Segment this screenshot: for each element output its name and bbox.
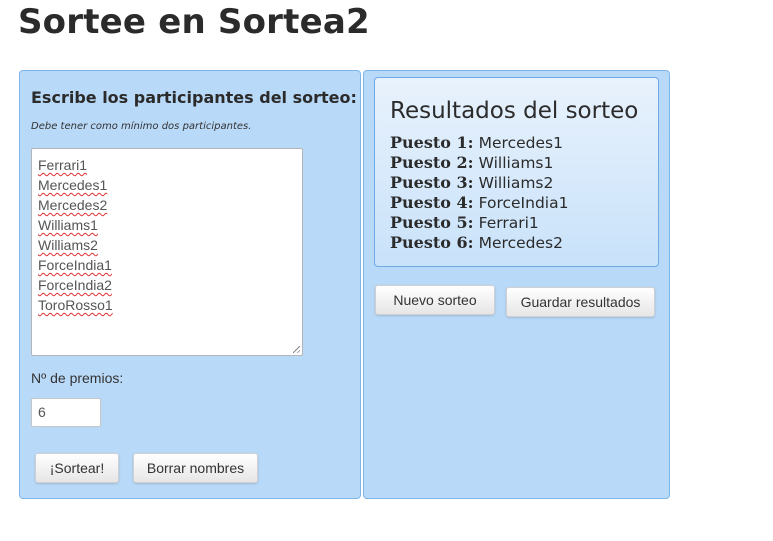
- result-item: Puesto 6: Mercedes2: [390, 233, 568, 253]
- participant-line: ForceIndia2: [38, 277, 112, 293]
- new-draw-button[interactable]: Nuevo sorteo: [375, 285, 495, 315]
- participants-heading: Escribe los participantes del sorteo:: [31, 88, 357, 107]
- participant-line: ToroRosso1: [38, 297, 113, 313]
- result-item: Puesto 1: Mercedes1: [390, 133, 568, 153]
- result-position: Puesto 4:: [390, 193, 474, 212]
- result-name: Williams2: [478, 174, 554, 192]
- result-name: Ferrari1: [478, 214, 539, 232]
- participants-panel: Escribe los participantes del sorteo: De…: [19, 70, 361, 499]
- result-position: Puesto 1:: [390, 133, 474, 152]
- results-list: Puesto 1: Mercedes1 Puesto 2: Williams1 …: [390, 133, 568, 253]
- result-item: Puesto 4: ForceIndia1: [390, 193, 568, 213]
- participant-line: Mercedes2: [38, 197, 108, 213]
- prizes-input[interactable]: 6: [31, 398, 101, 427]
- result-item: Puesto 5: Ferrari1: [390, 213, 568, 233]
- result-position: Puesto 3:: [390, 173, 474, 192]
- results-title: Resultados del sorteo: [390, 98, 639, 124]
- draw-button[interactable]: ¡Sortear!: [35, 453, 119, 483]
- result-name: ForceIndia1: [478, 194, 569, 212]
- result-name: Williams1: [478, 154, 554, 172]
- result-position: Puesto 5:: [390, 213, 474, 232]
- prizes-label: Nº de premios:: [31, 370, 124, 386]
- result-item: Puesto 2: Williams1: [390, 153, 568, 173]
- results-box: Resultados del sorteo Puesto 1: Mercedes…: [374, 77, 659, 267]
- result-item: Puesto 3: Williams2: [390, 173, 568, 193]
- participant-line: ForceIndia1: [38, 257, 112, 273]
- participant-line: Williams2: [38, 237, 98, 253]
- participant-line: Ferrari1: [38, 157, 88, 173]
- result-position: Puesto 2:: [390, 153, 474, 172]
- page-title: Sortee en Sortea2: [18, 2, 370, 42]
- results-panel: Resultados del sorteo Puesto 1: Mercedes…: [363, 70, 670, 499]
- result-position: Puesto 6:: [390, 233, 474, 252]
- save-results-button[interactable]: Guardar resultados: [506, 287, 655, 317]
- participants-hint: Debe tener como mínimo dos participantes…: [31, 121, 252, 132]
- resize-handle-icon[interactable]: [293, 346, 300, 353]
- participant-line: Mercedes1: [38, 177, 108, 193]
- clear-names-button[interactable]: Borrar nombres: [133, 453, 258, 483]
- result-name: Mercedes1: [478, 134, 563, 152]
- result-name: Mercedes2: [478, 234, 563, 252]
- participant-line: Williams1: [38, 217, 98, 233]
- participants-textarea[interactable]: Ferrari1 Mercedes1 Mercedes2 Williams1 W…: [31, 148, 303, 356]
